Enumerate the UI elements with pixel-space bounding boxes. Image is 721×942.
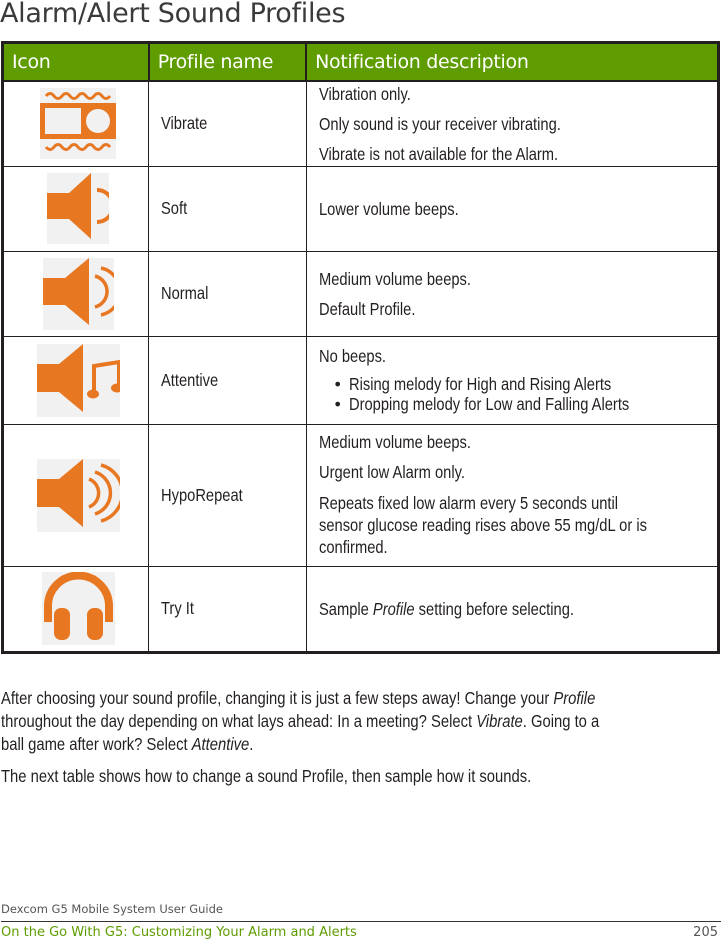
table-row: HypoRepeat Medium volume beeps. Urgent l… bbox=[1, 423, 720, 567]
melody-list: Rising melody for High and Rising Alerts… bbox=[319, 374, 709, 414]
header-icon: Icon bbox=[1, 41, 150, 82]
description-line: sensor glucose reading rises above 55 mg… bbox=[318, 515, 647, 535]
description-line: No beeps. bbox=[318, 346, 386, 366]
profile-name: Normal bbox=[161, 283, 209, 303]
description-line: Vibrate is not available for the Alarm. bbox=[318, 143, 558, 164]
table-row: Soft Lower volume beeps. bbox=[1, 165, 720, 252]
footer-divider bbox=[1, 921, 721, 922]
table-row: Normal Medium volume beeps. Default Prof… bbox=[1, 250, 720, 337]
vibrate-icon bbox=[40, 88, 117, 160]
description-line: Lower volume beeps. bbox=[318, 198, 459, 219]
profile-name: Soft bbox=[161, 198, 188, 218]
speaker-music-icon bbox=[36, 343, 123, 417]
description-line: Default Profile. bbox=[318, 298, 416, 319]
next-table-paragraph: The next table shows how to change a sou… bbox=[1, 766, 532, 786]
description-line: Urgent low Alarm only. bbox=[318, 462, 465, 482]
description-line: Medium volume beeps. bbox=[318, 432, 471, 452]
description-line: Medium volume beeps. bbox=[318, 268, 471, 289]
description-line: Only sound is your receiver vibrating. bbox=[318, 113, 561, 134]
table-row: Try It Sample Profile setting before sel… bbox=[1, 565, 720, 653]
speaker-normal-icon bbox=[42, 257, 122, 330]
description-line: Repeats fixed low alarm every 5 seconds … bbox=[318, 493, 618, 513]
profile-name: Try It bbox=[161, 598, 195, 618]
profile-name: Vibrate bbox=[161, 113, 208, 134]
sound-profiles-table: Icon Profile name Notification descripti… bbox=[1, 41, 720, 654]
description-line: confirmed. bbox=[318, 537, 388, 557]
body-text: After choosing your sound profile, chang… bbox=[1, 687, 721, 797]
headphones-icon bbox=[41, 571, 115, 645]
description-line: Vibration only. bbox=[318, 83, 411, 104]
table-row: Vibrate Vibration only. Only sound is yo… bbox=[1, 80, 720, 167]
page-number: 205 bbox=[693, 925, 718, 940]
description-line: Sample Profile setting before selecting. bbox=[318, 598, 574, 619]
intro-paragraph: After choosing your sound profile, chang… bbox=[1, 688, 600, 754]
profile-name: HypoRepeat bbox=[161, 484, 243, 505]
page-title: Alarm/Alert Sound Profiles bbox=[0, 0, 346, 29]
table-header-row: Icon Profile name Notification descripti… bbox=[1, 41, 720, 82]
footer-chapter-title: On the Go With G5: Customizing Your Alar… bbox=[1, 925, 357, 940]
profile-name: Attentive bbox=[161, 369, 219, 390]
table-row: Attentive No beeps. Rising melody for Hi… bbox=[1, 335, 720, 425]
speaker-loud-icon bbox=[36, 458, 124, 532]
header-notification-description: Notification description bbox=[305, 41, 720, 82]
speaker-soft-icon bbox=[47, 173, 116, 244]
footer-guide-title: Dexcom G5 Mobile System User Guide bbox=[1, 902, 223, 916]
header-profile-name: Profile name bbox=[147, 41, 308, 82]
list-item: Dropping melody for Low and Falling Aler… bbox=[335, 394, 709, 414]
list-item: Rising melody for High and Rising Alerts bbox=[335, 374, 709, 394]
